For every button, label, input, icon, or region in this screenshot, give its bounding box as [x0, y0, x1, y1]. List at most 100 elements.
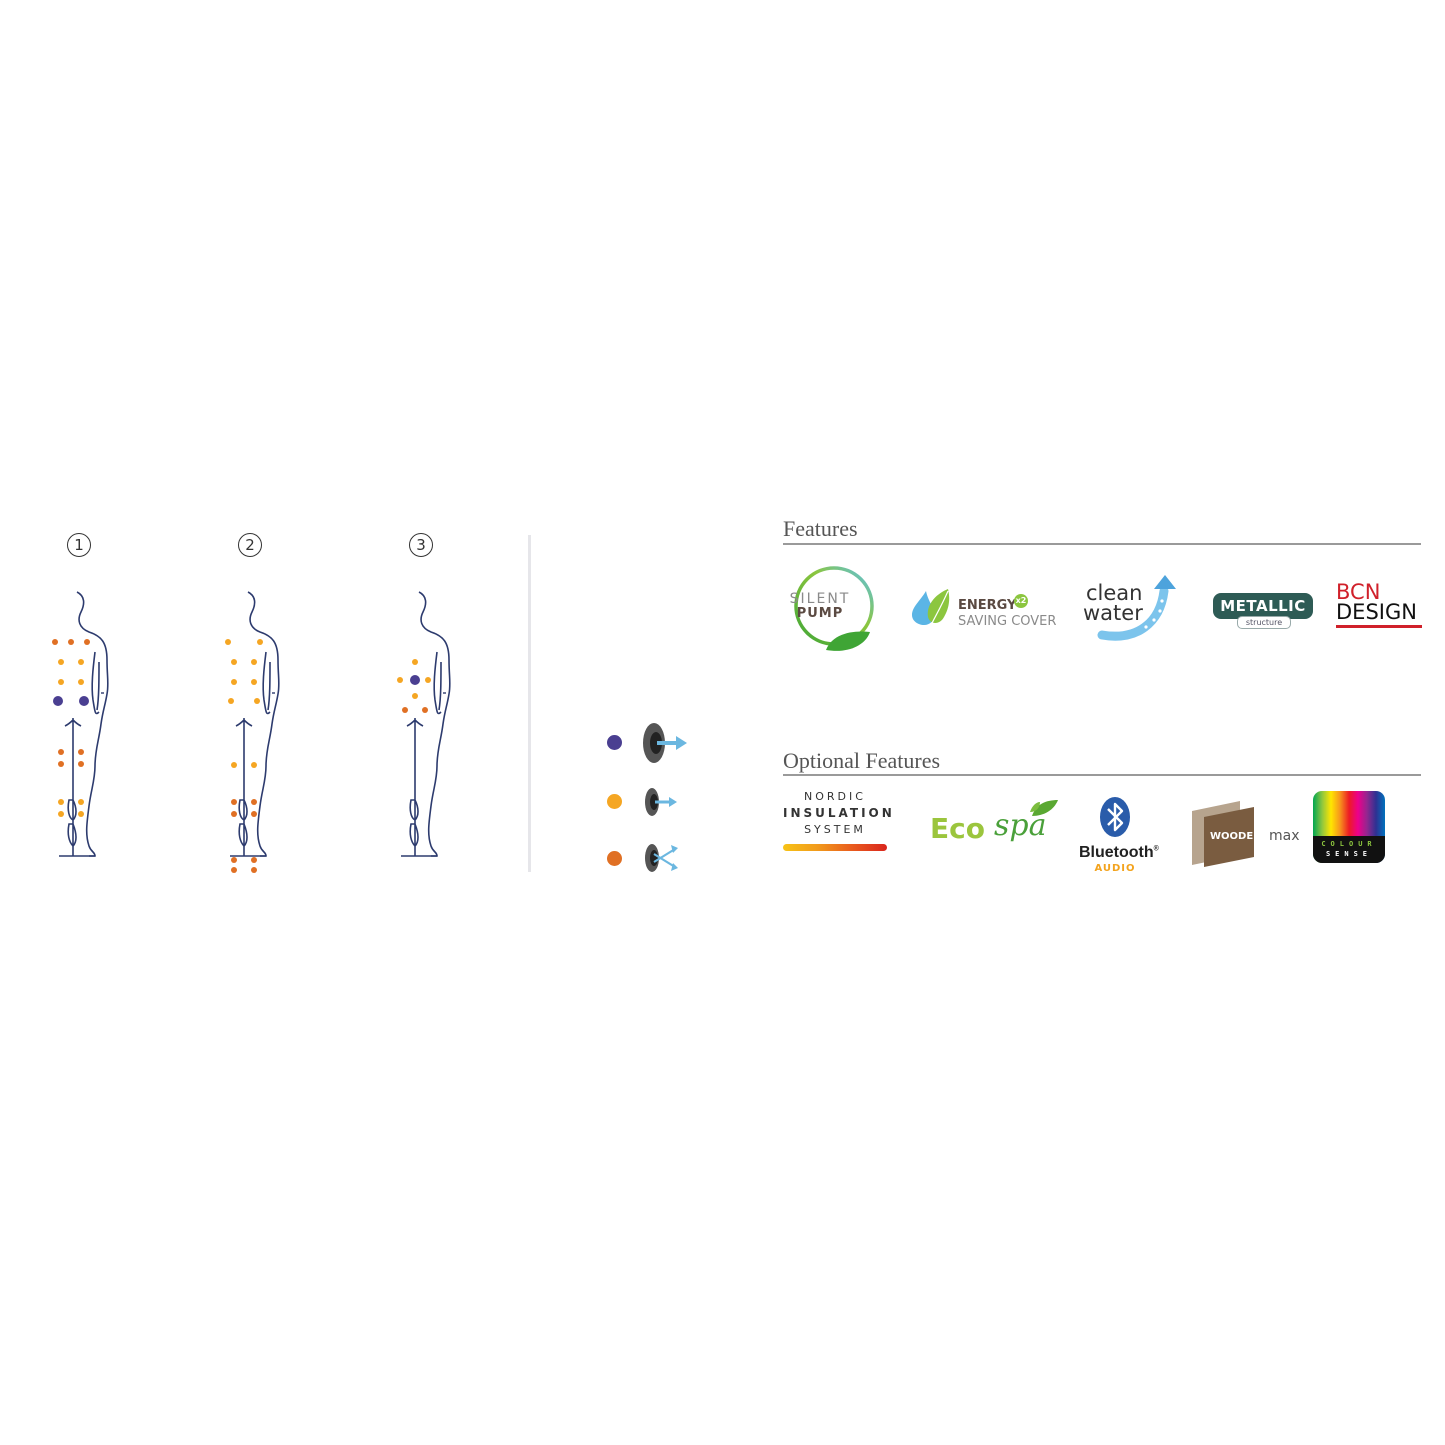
nordic-heat-bar: [783, 844, 887, 851]
jet-dot-medium: [412, 659, 418, 665]
nordic-line1: NORDIC: [804, 790, 866, 803]
clean-water-line2: water: [1083, 601, 1143, 625]
arm-outline: [262, 651, 271, 715]
colour-sense-line1: COLOUR: [1321, 840, 1377, 848]
jet-dot-large: [79, 696, 89, 706]
jet-dot-massage: [251, 811, 257, 817]
clean-water-logo: clean water: [1082, 575, 1182, 643]
bcn-design-logo: BCN DESIGN: [1336, 581, 1424, 629]
bluetooth-line1: Bluetooth®: [1079, 844, 1159, 862]
legend-dot-medium-jet: [607, 794, 622, 809]
silent-pump-line2: PUMP: [796, 606, 844, 621]
jet-dot-massage: [231, 867, 237, 873]
woodermax-logo: WOODER max: [1190, 797, 1300, 869]
bluetooth-audio-logo: Bluetooth® AUDIO: [1079, 796, 1159, 878]
jet-dot-massage: [58, 761, 64, 767]
features-rule: [783, 543, 1421, 545]
jet-dot-medium: [425, 677, 431, 683]
bcn-underline: [1336, 625, 1422, 628]
water-leaf-icon: [912, 589, 950, 628]
jet-dot-massage: [231, 811, 237, 817]
jet-dot-massage: [52, 639, 58, 645]
nordic-insulation-logo: NORDIC INSULATION SYSTEM: [783, 790, 895, 852]
nordic-line3: SYSTEM: [804, 823, 866, 836]
energy-line2: SAVING COVER: [958, 614, 1057, 629]
jet-dot-medium: [231, 679, 237, 685]
leaf-icon: [1030, 800, 1058, 816]
optional-features-rule: [783, 774, 1421, 776]
colour-sense-logo: COLOUR SENSE: [1313, 791, 1385, 863]
ecospa-logo: Eco spa: [930, 798, 1060, 856]
spine-outline: [401, 718, 437, 857]
crossing-arrows-jet-icon: [645, 844, 678, 872]
optional-features-title: Optional Features: [783, 748, 941, 773]
clean-water-line1: clean: [1086, 581, 1143, 605]
jet-dot-medium: [58, 679, 64, 685]
position-number-2: 2: [238, 533, 262, 557]
jet-dot-medium: [231, 762, 237, 768]
spine-outline: [230, 718, 266, 857]
jet-dot-massage: [422, 707, 428, 713]
jet-dot-medium: [78, 811, 84, 817]
jet-dot-medium: [231, 659, 237, 665]
bluetooth-line2: AUDIO: [1094, 863, 1136, 874]
woodermax-line1: WOODER: [1210, 831, 1261, 842]
jet-dot-medium: [58, 659, 64, 665]
vertical-divider: [528, 535, 531, 872]
arm-outline: [91, 651, 100, 715]
colour-sense-line2: SENSE: [1325, 850, 1373, 858]
jet-dot-massage: [231, 857, 237, 863]
position-number-1: 1: [67, 533, 91, 557]
body-figure-3: [401, 591, 451, 857]
arm-outline: [433, 651, 442, 715]
jet-dot-medium: [78, 659, 84, 665]
position-number-3: 3: [409, 533, 433, 557]
small-arrow-jet-icon: [645, 788, 677, 816]
spine-outline: [59, 718, 95, 857]
ecospa-line1: Eco: [930, 812, 985, 845]
jet-dot-medium: [228, 698, 234, 704]
legend-dot-large-jet: [607, 735, 622, 750]
jet-dot-large: [53, 696, 63, 706]
jet-dot-massage: [251, 857, 257, 863]
jet-dot-medium: [257, 639, 263, 645]
jet-dot-medium: [251, 679, 257, 685]
legend-dot-massage-jet: [607, 851, 622, 866]
jet-dot-massage: [251, 867, 257, 873]
jet-dot-massage: [231, 799, 237, 805]
bluetooth-icon: [1100, 797, 1130, 837]
jet-dot-massage: [251, 799, 257, 805]
jet-dot-medium: [254, 698, 260, 704]
jet-dot-medium: [251, 659, 257, 665]
single-arrow-jet-icon: [643, 723, 687, 763]
jet-dot-massage: [58, 749, 64, 755]
silent-pump-line1: SILENT: [789, 591, 851, 607]
jet-dot-medium: [225, 639, 231, 645]
jet-dot-massage: [402, 707, 408, 713]
jet-dot-medium: [78, 799, 84, 805]
jet-dot-massage: [68, 639, 74, 645]
nordic-line2: INSULATION: [783, 806, 895, 820]
jet-dot-medium: [58, 799, 64, 805]
jet-dot-medium: [412, 693, 418, 699]
metallic-structure-logo: METALLIC structure: [1213, 593, 1313, 629]
body-outline: [418, 591, 451, 857]
jet-dot-medium: [397, 677, 403, 683]
bluetooth-text: Bluetooth: [1079, 844, 1154, 861]
metallic-line2: structure: [1237, 616, 1291, 629]
bcn-line2: DESIGN: [1336, 600, 1417, 624]
registered-mark: ®: [1153, 845, 1159, 853]
silent-pump-logo: SILENT PUMP: [790, 564, 894, 654]
jet-dot-medium: [251, 762, 257, 768]
jet-dot-large: [410, 675, 420, 685]
jet-dot-massage: [78, 749, 84, 755]
body-figure-1: [59, 591, 109, 857]
features-title: Features: [783, 516, 858, 541]
energy-saving-cover-logo: ENERGY x2 SAVING COVER: [910, 585, 1060, 630]
jet-dot-medium: [78, 679, 84, 685]
energy-x2-badge: x2: [1014, 594, 1028, 608]
jet-dot-massage: [78, 761, 84, 767]
jet-dot-medium: [58, 811, 64, 817]
woodermax-line2: max: [1269, 828, 1300, 844]
jet-dot-massage: [84, 639, 90, 645]
